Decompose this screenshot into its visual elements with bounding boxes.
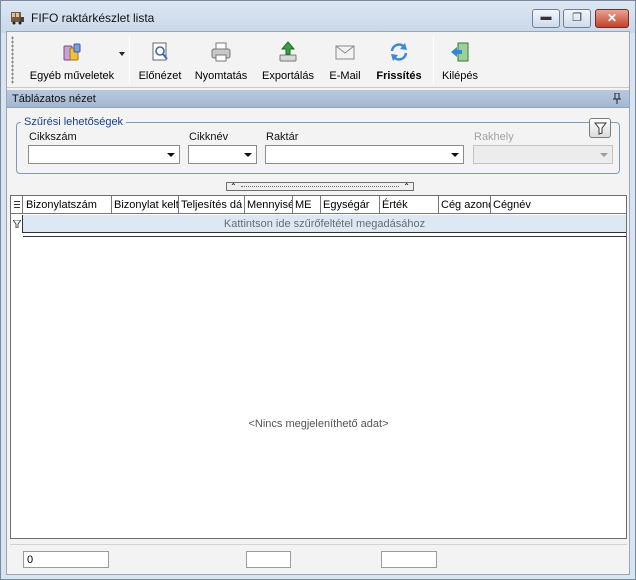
grid-header: Bizonylatszám Bizonylat kelt Teljesítés … — [11, 196, 626, 214]
toolbar-separator — [433, 36, 434, 84]
app-icon — [11, 12, 24, 25]
chevron-down-icon — [451, 153, 459, 157]
preview-icon — [152, 42, 168, 61]
window-title: FIFO raktárkészlet lista — [31, 11, 155, 25]
item-name-label: Cikknév — [189, 131, 229, 143]
title-bar[interactable]: FIFO raktárkészlet lista ▬ ❐ ✕ — [1, 1, 635, 33]
other-operations-label: Egyéb műveletek — [29, 70, 115, 82]
filter-row-hint: Kattintson ide szűrőfeltétel megadásához — [223, 218, 426, 230]
preview-button[interactable]: Előnézet — [135, 36, 185, 86]
preview-label: Előnézet — [138, 70, 182, 82]
location-combo — [473, 145, 613, 164]
printer-icon — [211, 42, 231, 62]
chevron-up-icon: ⌃ — [403, 182, 410, 191]
refresh-button[interactable]: Frissítés — [369, 36, 429, 86]
column-chooser-button[interactable] — [11, 196, 23, 214]
item-name-combo[interactable] — [188, 145, 257, 164]
panel-header: Táblázatos nézet — [7, 90, 629, 108]
status-count: 0 — [23, 551, 109, 568]
close-icon: ✕ — [606, 11, 618, 25]
filter-groupbox-legend: Szűrési lehetőségek — [21, 116, 127, 128]
print-label: Nyomtatás — [194, 70, 248, 82]
export-label: Exportálás — [262, 70, 314, 82]
main-window: FIFO raktárkészlet lista ▬ ❐ ✕ Egyéb műv… — [0, 0, 636, 580]
email-button[interactable]: E-Mail — [325, 36, 365, 86]
column-header[interactable]: Cégnév — [491, 196, 626, 214]
filter-area: Szűrési lehetőségek Cikkszám Cikknév Rak… — [7, 109, 629, 179]
chevron-down-icon[interactable] — [119, 52, 125, 56]
chevron-down-icon — [600, 153, 608, 157]
status-field — [246, 551, 291, 568]
column-header[interactable]: Cég azonc — [439, 196, 491, 214]
column-header[interactable]: Bizonylatszám — [24, 196, 112, 214]
close-button[interactable]: ✕ — [595, 9, 629, 28]
collapse-splitter[interactable]: ⌃ ⌃ — [226, 182, 414, 191]
envelope-icon — [335, 45, 355, 60]
restore-icon: ❐ — [572, 12, 582, 24]
email-label: E-Mail — [329, 70, 361, 82]
funnel-icon — [594, 122, 607, 135]
column-header[interactable]: Teljesítés dá — [179, 196, 245, 214]
exit-door-icon — [451, 42, 469, 62]
refresh-label: Frissítés — [376, 70, 422, 82]
warehouse-label: Raktár — [266, 131, 299, 143]
column-header[interactable]: Érték — [380, 196, 439, 214]
filter-row-indicator — [11, 215, 23, 233]
client-area: Egyéb műveletek Előnézet Nyomtatás Expor… — [6, 31, 630, 575]
status-field — [381, 551, 437, 568]
exit-button[interactable]: Kilépés — [437, 36, 483, 86]
chevron-down-icon — [167, 153, 175, 157]
filter-row-divider — [23, 233, 626, 237]
operations-icon — [63, 43, 81, 61]
column-header[interactable]: ME — [293, 196, 321, 214]
status-bar: 0 — [10, 544, 627, 572]
export-icon — [279, 41, 297, 62]
location-label: Rakhely — [474, 131, 514, 143]
toolbar-grip[interactable] — [11, 36, 14, 84]
chevron-up-icon: ⌃ — [230, 182, 237, 191]
minimize-button[interactable]: ▬ — [532, 9, 560, 28]
item-no-label: Cikkszám — [29, 131, 77, 143]
other-operations-button[interactable]: Egyéb műveletek — [19, 36, 125, 86]
minimize-icon: ▬ — [540, 11, 552, 23]
column-header[interactable]: Bizonylat kelt — [112, 196, 179, 214]
toolbar: Egyéb műveletek Előnézet Nyomtatás Expor… — [7, 32, 629, 88]
column-chooser-icon — [14, 201, 20, 209]
toolbar-separator — [129, 36, 130, 84]
empty-message: <Nincs megjeleníthető adat> — [248, 418, 389, 430]
warehouse-combo[interactable] — [265, 145, 464, 164]
splitter-grip — [241, 186, 399, 187]
funnel-icon — [13, 220, 21, 228]
exit-label: Kilépés — [441, 70, 479, 82]
item-no-combo[interactable] — [28, 145, 180, 164]
data-grid[interactable]: Bizonylatszám Bizonylat kelt Teljesítés … — [10, 195, 627, 539]
maximize-button[interactable]: ❐ — [563, 9, 591, 28]
column-header[interactable]: Mennyisé — [245, 196, 293, 214]
refresh-icon — [390, 43, 408, 61]
export-button[interactable]: Exportálás — [259, 36, 317, 86]
print-button[interactable]: Nyomtatás — [192, 36, 250, 86]
chevron-down-icon — [244, 153, 252, 157]
filter-row[interactable]: Kattintson ide szűrőfeltétel megadásához — [11, 215, 626, 233]
pin-icon[interactable] — [613, 93, 621, 104]
apply-filter-button[interactable] — [589, 118, 611, 138]
column-header[interactable]: Egységár — [321, 196, 380, 214]
panel-title: Táblázatos nézet — [12, 93, 96, 105]
